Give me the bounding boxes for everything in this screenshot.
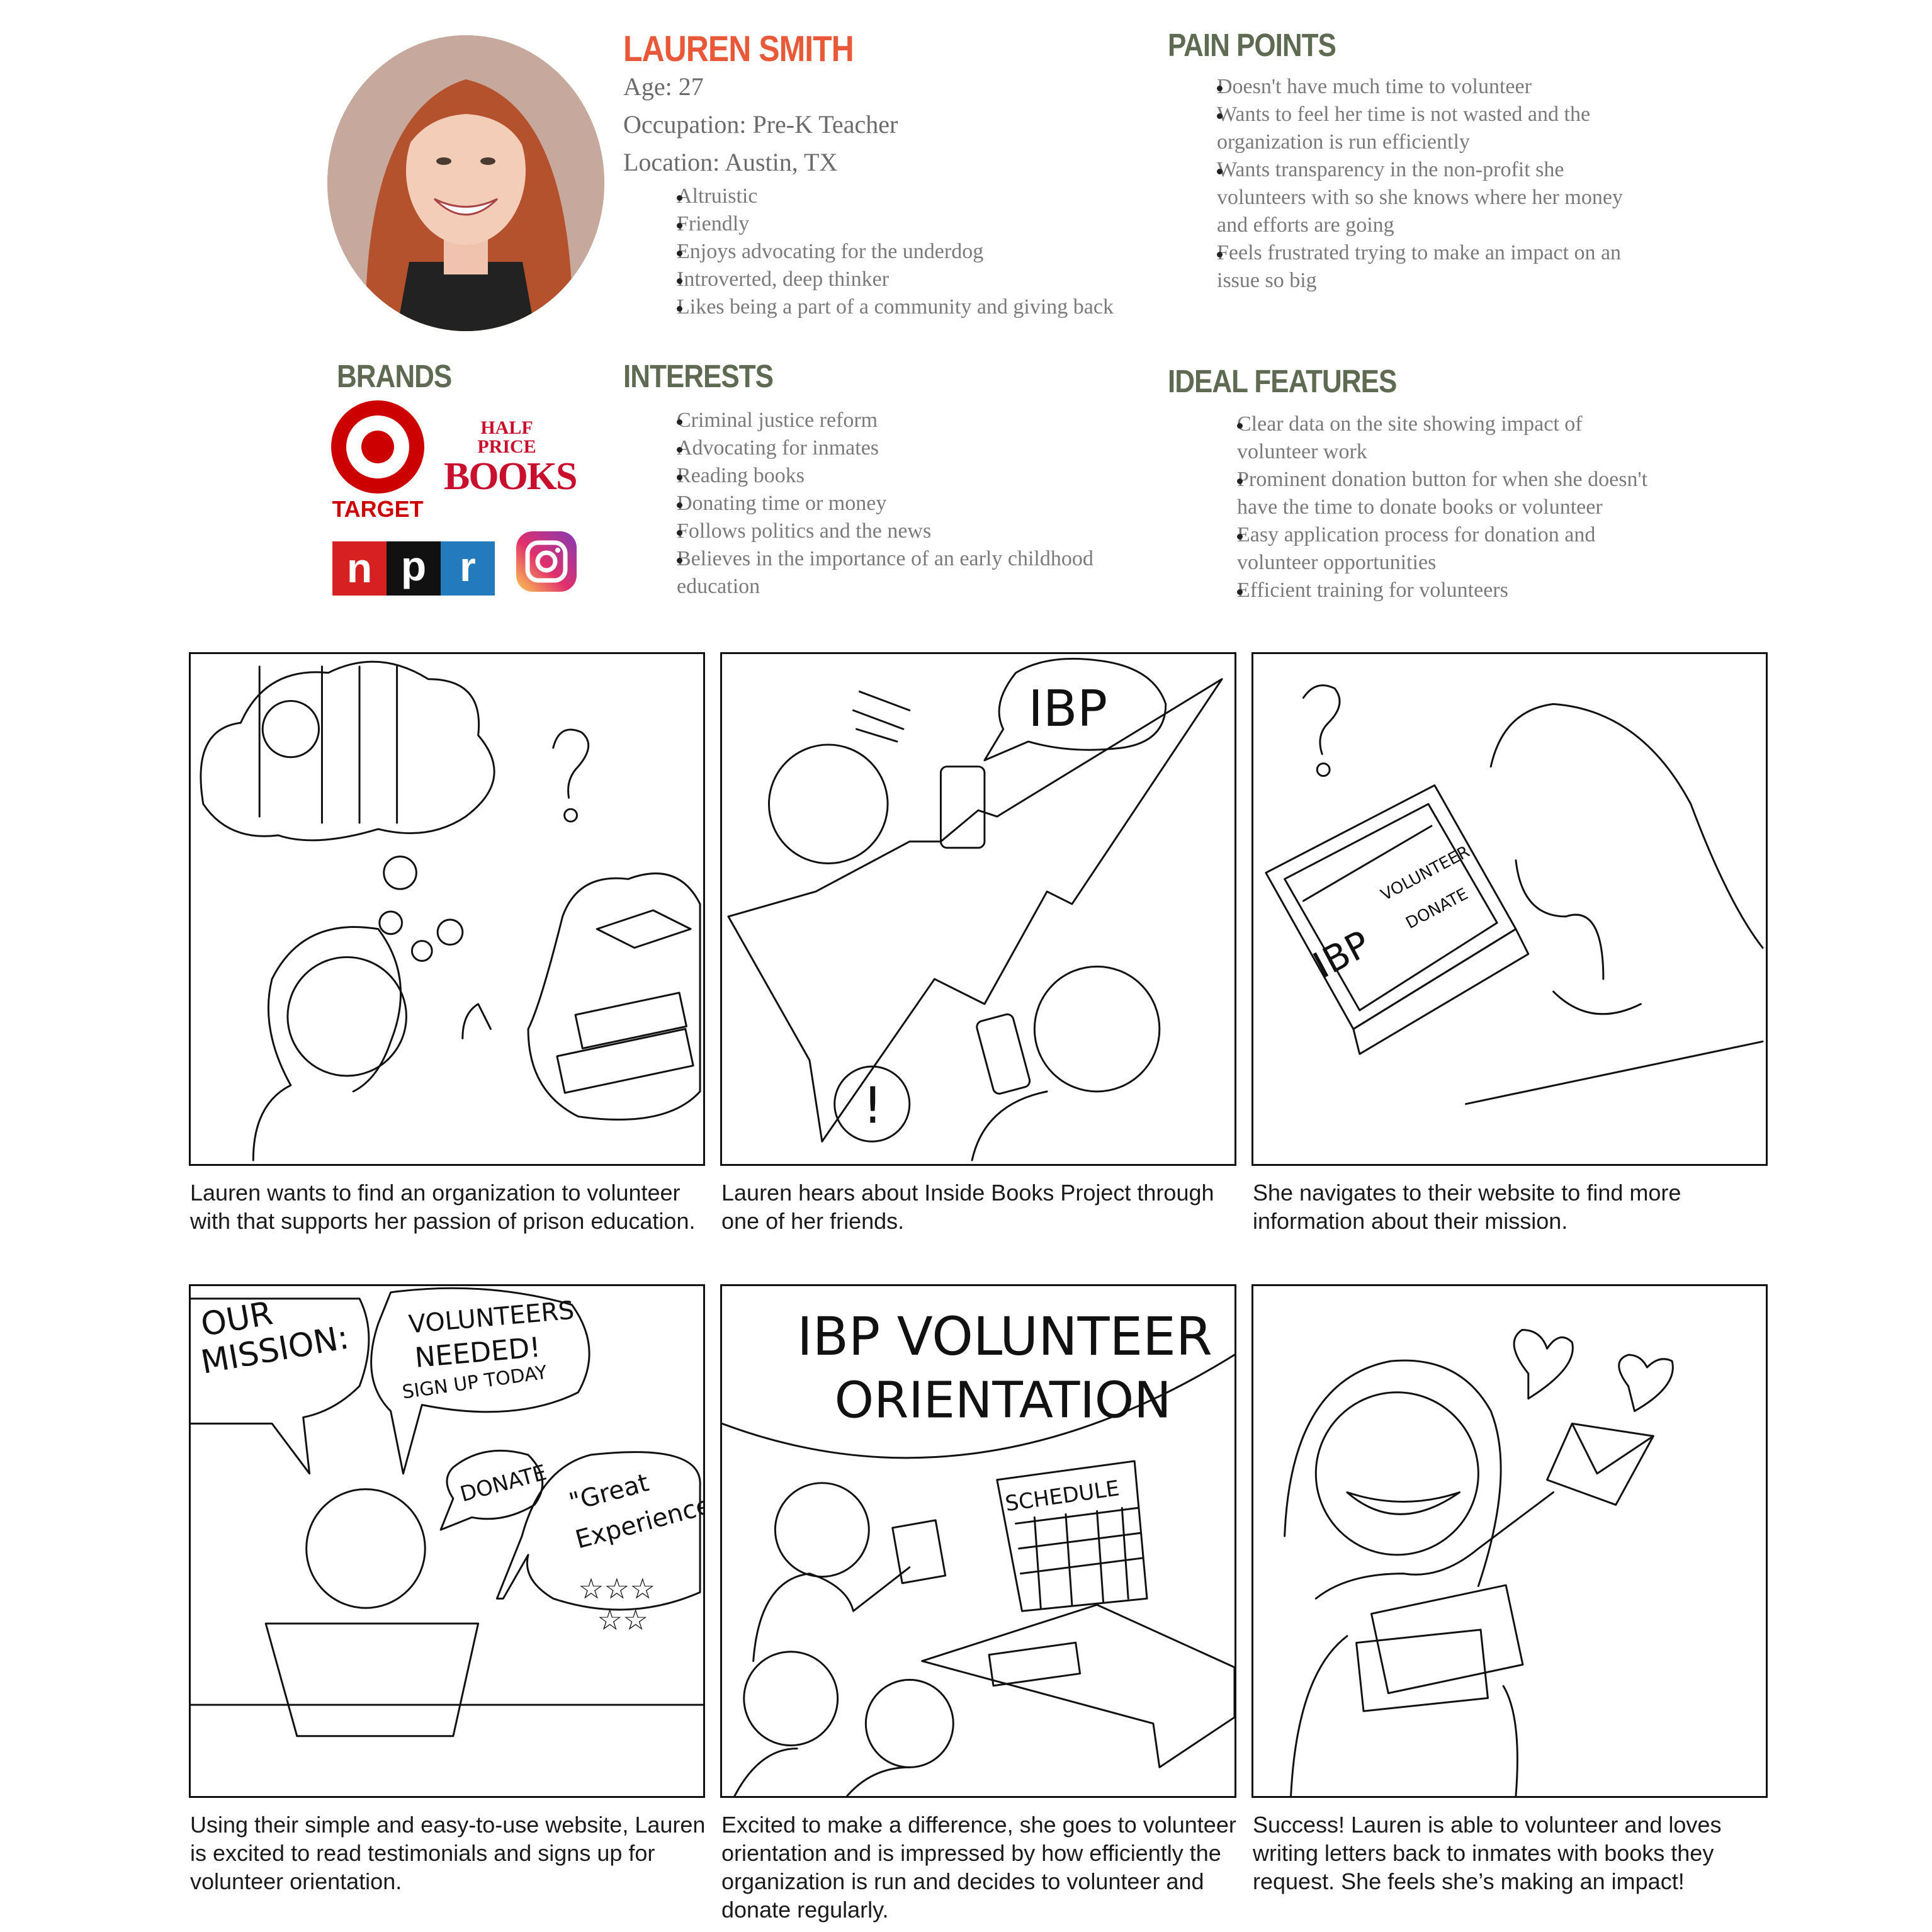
panel-3-donate-link: DONATE [1403,884,1471,933]
pain-point-item: Wants to feel her time is not wasted and… [1170,101,1648,156]
brands-heading: BRANDS [337,359,452,395]
panel-1-sketch [200,660,701,1161]
panel-3-caption: She navigates to their website to find m… [1253,1180,1681,1234]
trait-item: Likes being a part of a community and gi… [630,293,1158,321]
trait-item: Enjoys advocating for the underdog [630,238,1158,266]
trait-item: Altruistic [630,183,1158,210]
hpb-line-3: BOOKS [444,455,578,498]
interest-item: Donating time or money [630,490,1146,517]
storyboard-panel-6 [1251,1284,1768,1798]
panel-5-title-line-1: IBP VOLUNTEER [797,1306,1212,1367]
npr-p: p [387,541,441,596]
heart-icon-2 [1618,1353,1674,1413]
persona-age: Age: 27 [623,72,704,101]
pain-point-item: Wants transparency in the non-profit she… [1170,156,1648,239]
heart-icon [1513,1328,1574,1400]
half-price-books-logo: HALF PRICE BOOKS [444,417,578,513]
panel-5-caption: Excited to make a difference, she goes t… [721,1812,1236,1923]
storyboard-panel-3: IBP VOLUNTEER DONATE [1251,652,1768,1166]
ideal-features-heading: IDEAL FEATURES [1168,364,1397,400]
panel-3-screen-logo: IBP [1306,923,1377,987]
panel-2-caption: Lauren hears about Inside Books Project … [721,1180,1214,1234]
panel-6-caption: Success! Lauren is able to volunteer and… [1253,1812,1722,1894]
panel-1-caption: Lauren wants to find an organization to … [190,1180,696,1234]
storyboard-panel-1 [189,652,705,1166]
npr-logo: n p r [332,541,495,596]
interest-item: Reading books [630,462,1146,490]
persona-traits: Altruistic Friendly Enjoys advocating fo… [630,183,1158,321]
panel-4-star-rating-icon-2: ☆☆ [597,1603,648,1637]
storyboard-panel-2: IBP ! [720,652,1236,1166]
interest-item: Criminal justice reform [630,407,1146,434]
avatar [327,35,604,331]
npr-r: r [441,541,495,596]
ideal-features-list: Clear data on the site showing impact of… [1190,410,1668,604]
hpb-line-2: PRICE [477,436,536,457]
hpb-line-1: HALF [480,417,533,438]
panel-5-schedule-label: SCHEDULE [1003,1476,1121,1516]
panel-2-bubble-text: IBP [1028,679,1107,738]
storyboard-panel-4: OUR MISSION: VOLUNTEERS NEEDED! SIGN UP … [189,1284,705,1798]
interest-item: Follows politics and the news [630,517,1146,545]
interests-list: Criminal justice reform Advocating for i… [630,407,1146,601]
avatar-photo [327,35,604,331]
ideal-feature-item: Easy application process for donation an… [1190,521,1668,577]
interest-item: Advocating for inmates [630,434,1146,462]
instagram-icon [515,530,578,593]
target-logo: TARGET [327,398,428,524]
trait-item: Introverted, deep thinker [630,266,1158,293]
npr-n: n [332,541,387,596]
pain-points-heading: PAIN POINTS [1168,28,1336,64]
ideal-feature-item: Efficient training for volunteers [1190,577,1668,604]
panel-6-sketch [1284,1328,1674,1796]
panel-4-caption: Using their simple and easy-to-use websi… [190,1812,706,1894]
panel-3-sketch: IBP VOLUNTEER DONATE [1265,684,1764,1105]
ideal-feature-item: Clear data on the site showing impact of… [1190,410,1668,466]
pain-point-item: Feels frustrated trying to make an impac… [1170,239,1648,295]
target-label: TARGET [332,496,424,522]
panel-2-sketch: IBP ! [727,657,1223,1161]
panel-4-star-rating-icon: ☆☆☆ [578,1572,655,1605]
panel-5-sketch: IBP VOLUNTEER ORIENTATION SCHEDULE [722,1306,1234,1796]
interest-item: Believes in the importance of an early c… [630,545,1146,601]
panel-4-volunteers-line-1: VOLUNTEERS [407,1296,575,1340]
pain-points-list: Doesn't have much time to volunteer Want… [1170,73,1648,295]
interests-heading: INTERESTS [623,359,774,395]
panel-5-title-line-2: ORIENTATION [835,1370,1172,1429]
pain-point-item: Doesn't have much time to volunteer [1170,73,1648,101]
persona-location: Location: Austin, TX [623,148,838,176]
trait-item: Friendly [630,210,1158,238]
panel-2-exclamation-icon: ! [862,1076,883,1134]
persona-occupation: Occupation: Pre-K Teacher [623,110,898,138]
persona-name: LAUREN SMITH [623,28,854,69]
storyboard-panel-5: IBP VOLUNTEER ORIENTATION SCHEDULE [720,1284,1236,1798]
panel-4-sketch: OUR MISSION: VOLUNTEERS NEEDED! SIGN UP … [191,1287,703,1737]
ideal-feature-item: Prominent donation button for when she d… [1190,466,1668,521]
